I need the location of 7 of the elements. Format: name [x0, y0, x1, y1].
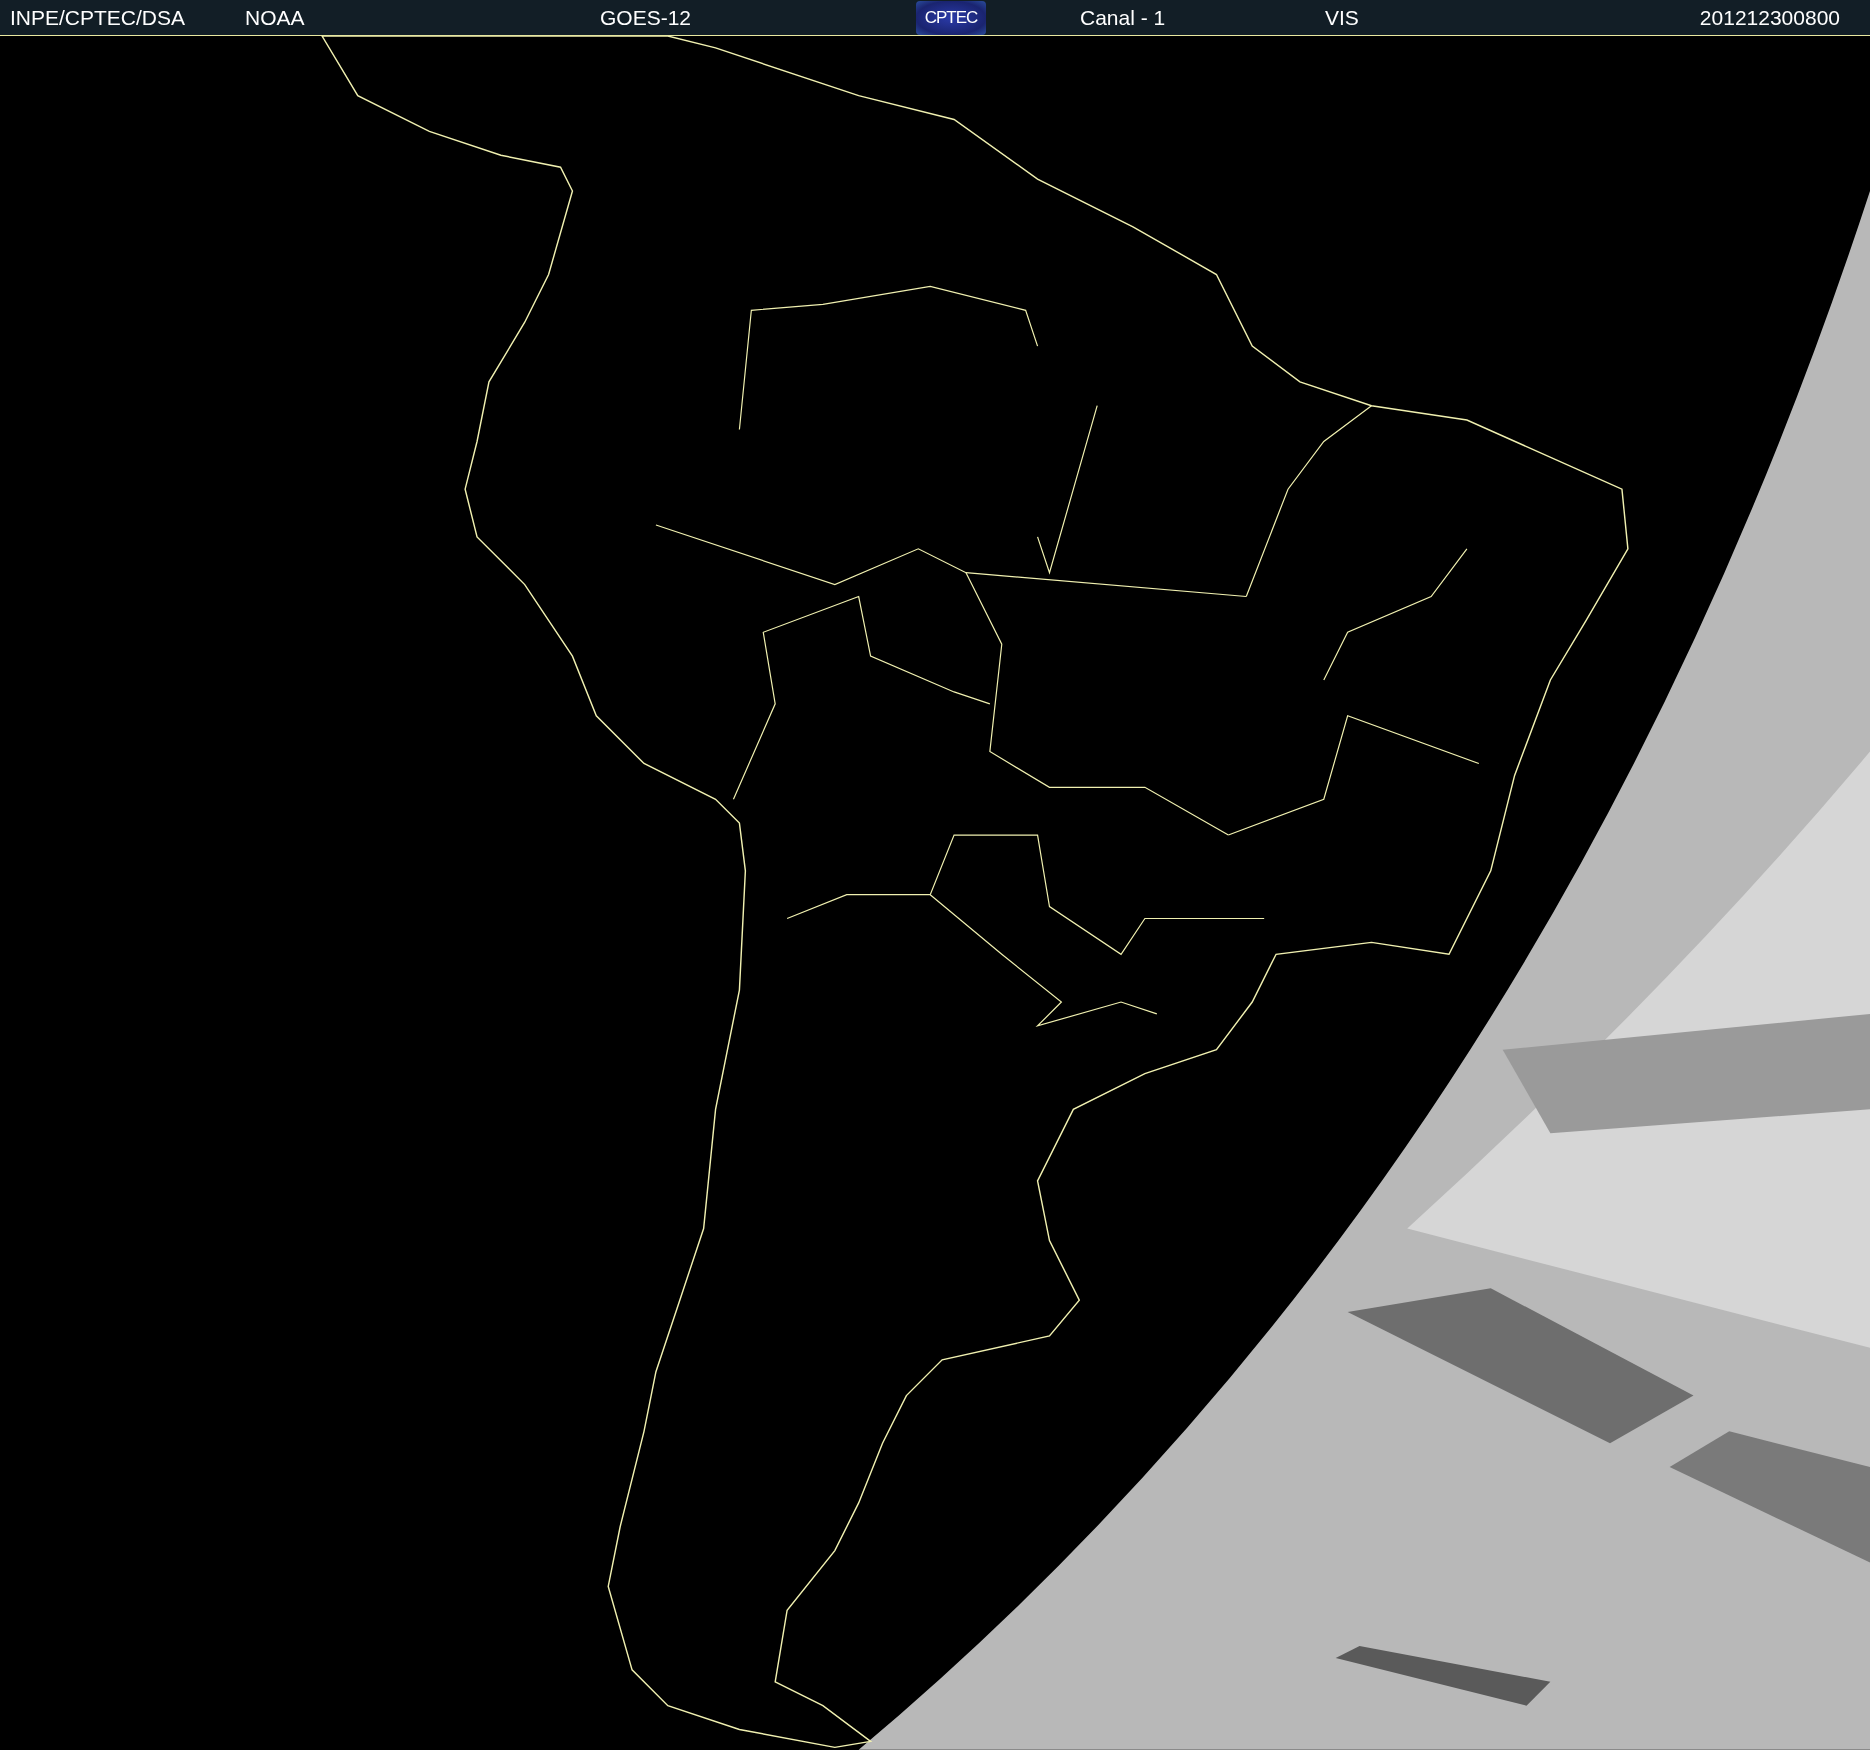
agency-label: NOAA [245, 5, 306, 30]
band-label: VIS [1325, 5, 1360, 30]
satellite-label: GOES-12 [600, 5, 693, 30]
source-label: INPE/CPTEC/DSA [10, 5, 187, 30]
logo: CPTEC [916, 0, 986, 35]
timestamp-label: 201212300800 [1699, 5, 1840, 30]
channel-label: Canal - 1 [1080, 5, 1167, 30]
